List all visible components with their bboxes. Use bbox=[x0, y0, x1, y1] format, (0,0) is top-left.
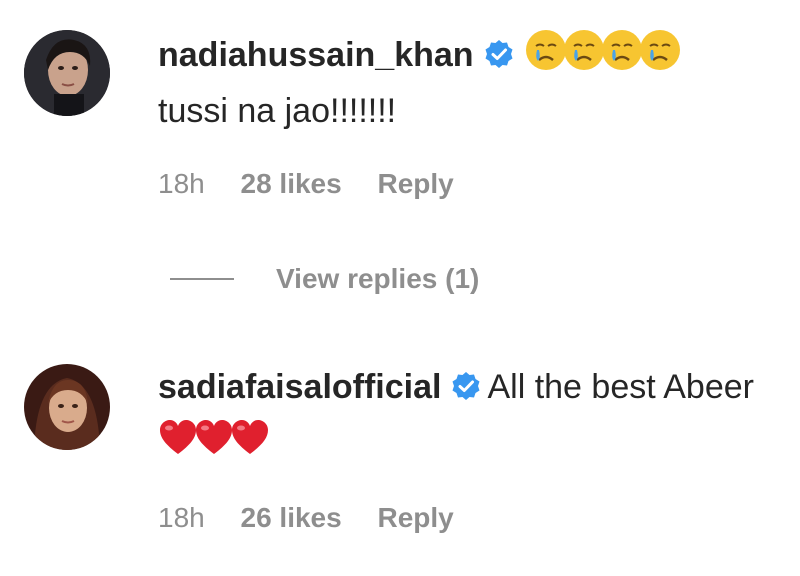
comment-meta: 18h 26 likes Reply bbox=[158, 502, 482, 534]
comment-text: All the best Abeer bbox=[487, 368, 754, 406]
red-heart-emoji bbox=[196, 420, 232, 454]
heart-emoji-group bbox=[158, 419, 268, 471]
comment-likes[interactable]: 28 likes bbox=[241, 168, 342, 199]
view-replies-divider bbox=[170, 278, 234, 280]
comment-likes[interactable]: 26 likes bbox=[241, 502, 342, 533]
comment-username[interactable]: sadiafaisalofficial bbox=[158, 368, 441, 406]
reply-button[interactable]: Reply bbox=[377, 168, 453, 199]
comment-meta: 18h 28 likes Reply bbox=[158, 168, 482, 200]
avatar[interactable] bbox=[24, 30, 110, 116]
crying-emoji-group bbox=[524, 28, 680, 86]
verified-badge-icon bbox=[451, 365, 481, 415]
comment-item: nadiahussain_khan tussi na jao!!!!!!! 18… bbox=[0, 0, 800, 320]
comment-text: tussi na jao!!!!!!! bbox=[158, 92, 397, 130]
comments-list: nadiahussain_khan tussi na jao!!!!!!! 18… bbox=[0, 0, 800, 576]
avatar-image bbox=[24, 30, 110, 116]
avatar-image bbox=[24, 364, 110, 450]
reply-button[interactable]: Reply bbox=[377, 502, 453, 533]
view-replies-label: View replies (1) bbox=[276, 263, 480, 294]
view-replies-button[interactable]: View replies (1) bbox=[170, 262, 479, 296]
comment-item: sadiafaisalofficial All the best Abeer 18… bbox=[0, 334, 800, 576]
crying-face-emoji bbox=[639, 30, 680, 70]
comment-body: sadiafaisalofficial All the best Abeer bbox=[158, 362, 778, 471]
avatar[interactable] bbox=[24, 364, 110, 450]
red-heart-emoji bbox=[160, 420, 196, 454]
comment-timestamp[interactable]: 18h bbox=[158, 168, 205, 199]
verified-badge-icon bbox=[484, 33, 514, 83]
comment-timestamp[interactable]: 18h bbox=[158, 502, 205, 533]
comment-body: nadiahussain_khan tussi na jao!!!!!!! bbox=[158, 28, 778, 136]
comment-username[interactable]: nadiahussain_khan bbox=[158, 36, 474, 74]
red-heart-emoji bbox=[232, 420, 268, 454]
